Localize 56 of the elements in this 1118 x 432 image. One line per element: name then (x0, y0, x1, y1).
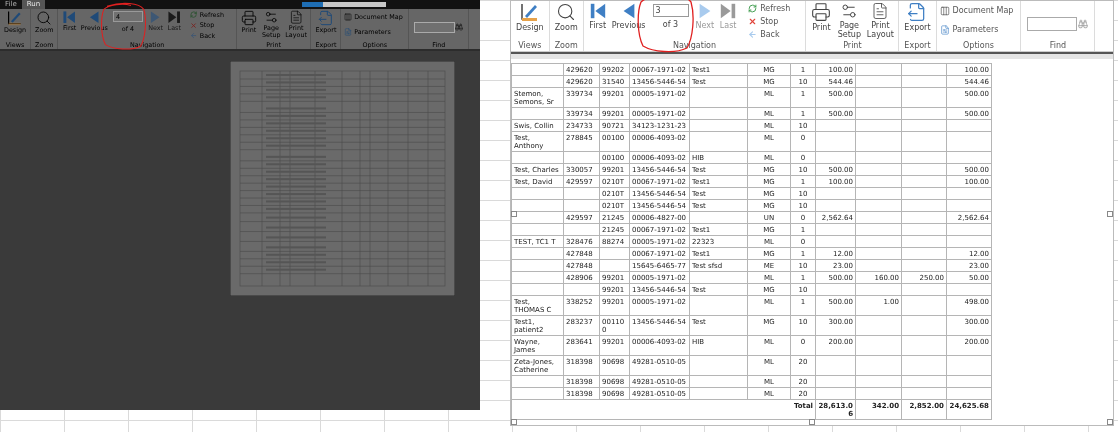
print-button[interactable]: Print (809, 2, 834, 32)
skip-arrow-icon (62, 9, 77, 25)
binoculars-icon[interactable] (1078, 19, 1089, 29)
group-label: Views (517, 41, 543, 51)
document-map-button[interactable]: Document Map (939, 5, 1014, 16)
page-number-field[interactable]: 3 (652, 4, 689, 17)
resize-handle[interactable] (809, 419, 815, 425)
group-label: Options (962, 41, 995, 51)
search-icon (556, 2, 577, 22)
printer-icon (811, 2, 832, 22)
resize-handle[interactable] (1107, 419, 1113, 425)
group-label: Zoom (553, 41, 579, 51)
title-strip (323, 2, 386, 7)
first-page-button[interactable]: First (586, 2, 609, 30)
find-field[interactable] (1027, 17, 1078, 31)
document-icon (288, 9, 304, 25)
resize-handle[interactable] (511, 211, 517, 217)
refresh-icon (748, 4, 758, 13)
resize-handle[interactable] (1107, 211, 1113, 217)
group-label: Print (842, 41, 863, 51)
zoom-button[interactable]: Zoom (552, 2, 580, 32)
pencil-ruler-icon (7, 9, 23, 26)
refresh-icon (190, 11, 198, 19)
document-icon (871, 2, 890, 20)
sliders-document-icon (939, 24, 950, 35)
stop-button[interactable]: Stop (748, 16, 791, 27)
export-button[interactable]: Export (902, 2, 933, 32)
close-icon (748, 17, 758, 26)
find-field[interactable] (414, 21, 455, 34)
back-button[interactable]: Back (748, 29, 791, 40)
skip-arrow-icon (588, 2, 607, 20)
triangle-arrow-icon (87, 9, 102, 25)
group-label: Export (903, 41, 932, 51)
highlighted-strip (302, 2, 323, 7)
print-layout-button[interactable]: Print Layout (865, 2, 896, 39)
search-icon (36, 9, 53, 26)
arrow-left-icon (190, 32, 198, 40)
close-icon (190, 21, 198, 29)
resize-handle[interactable] (511, 419, 517, 425)
refresh-button[interactable]: Refresh (748, 3, 791, 14)
page-setup-button[interactable]: Page Setup (834, 2, 865, 39)
printer-icon (240, 9, 257, 26)
columns-icon (939, 5, 950, 16)
skip-arrow-icon (719, 2, 738, 20)
page-count: of 3 (662, 20, 679, 29)
sliders-document-icon (343, 27, 352, 36)
export-icon (317, 9, 334, 26)
skip-arrow-icon (167, 9, 182, 25)
parameters-button[interactable]: Parameters (939, 24, 1014, 35)
columns-icon (343, 12, 352, 21)
group-label: Find (1048, 41, 1068, 51)
splitter-bar[interactable] (511, 52, 1113, 59)
arrow-left-icon (748, 30, 758, 39)
binoculars-icon[interactable] (455, 23, 464, 32)
design-button[interactable]: Design (514, 2, 546, 32)
pencil-ruler-icon (519, 2, 540, 22)
